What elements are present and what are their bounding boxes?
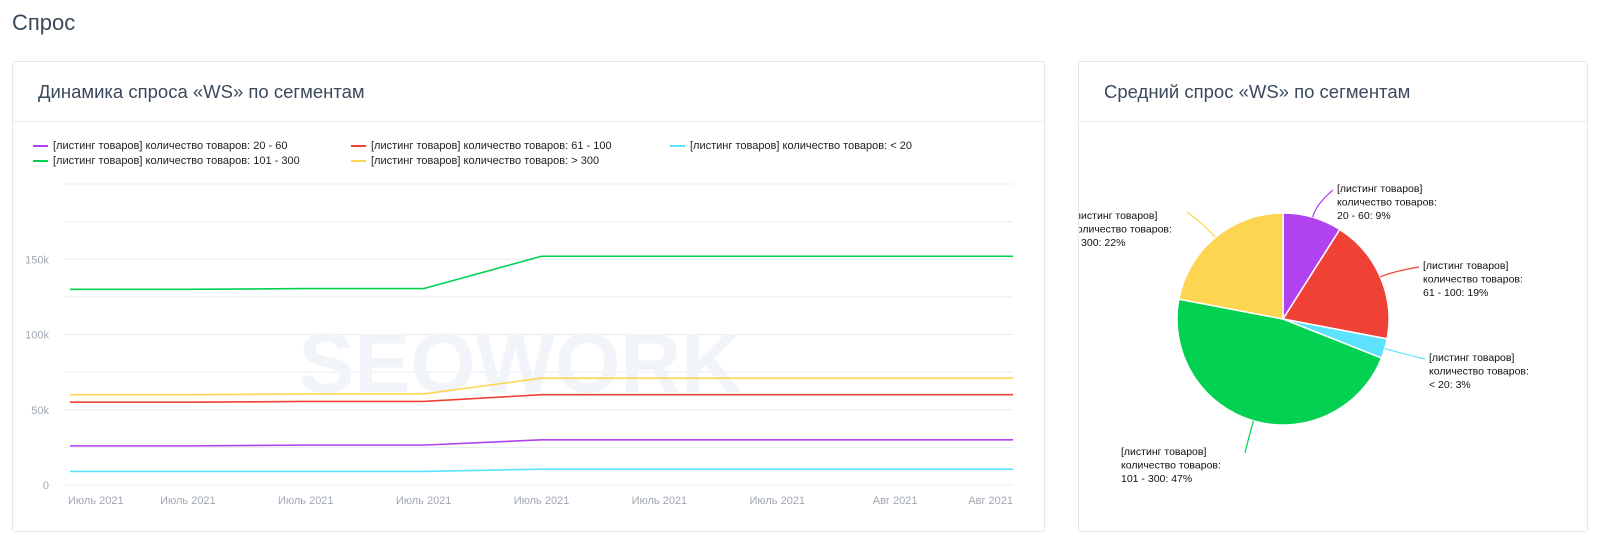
pie-connector-2 — [1384, 347, 1426, 360]
pie-label-4: [листинг товаров]количество товаров:> 30… — [1079, 210, 1172, 249]
pie-connector-1 — [1380, 266, 1420, 278]
x-tick-label: Авг 2021 — [968, 495, 1013, 507]
y-tick-label: 150k — [25, 254, 49, 266]
series-line-3[interactable] — [70, 255, 1013, 291]
pie-label-0: [листинг товаров] количество товаров: 20 -… — [1337, 183, 1437, 222]
demand-dynamics-card: Динамика спроса «WS» по сегментам [листи… — [12, 61, 1045, 532]
pie-label-1: [листинг товаров] количество товаров: 61 -… — [1423, 260, 1523, 299]
series-line-0[interactable] — [70, 439, 1013, 447]
pie-connector-0 — [1311, 189, 1334, 218]
line-chart: SEOWORK 050k100k150kИюль 2021 Июль 2021 Ию… — [25, 183, 1013, 507]
pie-connector-3 — [1244, 420, 1255, 454]
y-tick-label: 50k — [31, 405, 49, 417]
y-tick-label: 100k — [25, 330, 49, 342]
x-tick-label: Июль 2021 — [68, 495, 124, 507]
x-tick-label: Июль 2021 — [632, 495, 688, 507]
page-title: Спрос — [12, 10, 76, 35]
pie-label-3: [листинг товаров] количество товаров: 101 … — [1121, 446, 1221, 485]
x-tick-label: Июль 2021 — [396, 495, 452, 507]
x-tick-label: Июль 2021 — [749, 495, 805, 507]
x-tick-label: Июль 2021 — [514, 495, 570, 507]
series-line-2[interactable] — [70, 468, 1013, 473]
pie-label-2: [листинг товаров] количество товаров: < 20… — [1429, 352, 1529, 391]
pie-chart: [листинг товаров] количество товаров: 20 -… — [1079, 183, 1529, 485]
x-tick-label: Июль 2021 — [278, 495, 334, 507]
pie-connector-4 — [1186, 211, 1216, 238]
x-tick-label: Авг 2021 — [873, 495, 918, 507]
average-demand-card: Средний спрос «WS» по сегментам [листинг… — [1078, 61, 1588, 532]
y-tick-label: 0 — [43, 480, 49, 492]
x-tick-label: Июль 2021 — [160, 495, 216, 507]
